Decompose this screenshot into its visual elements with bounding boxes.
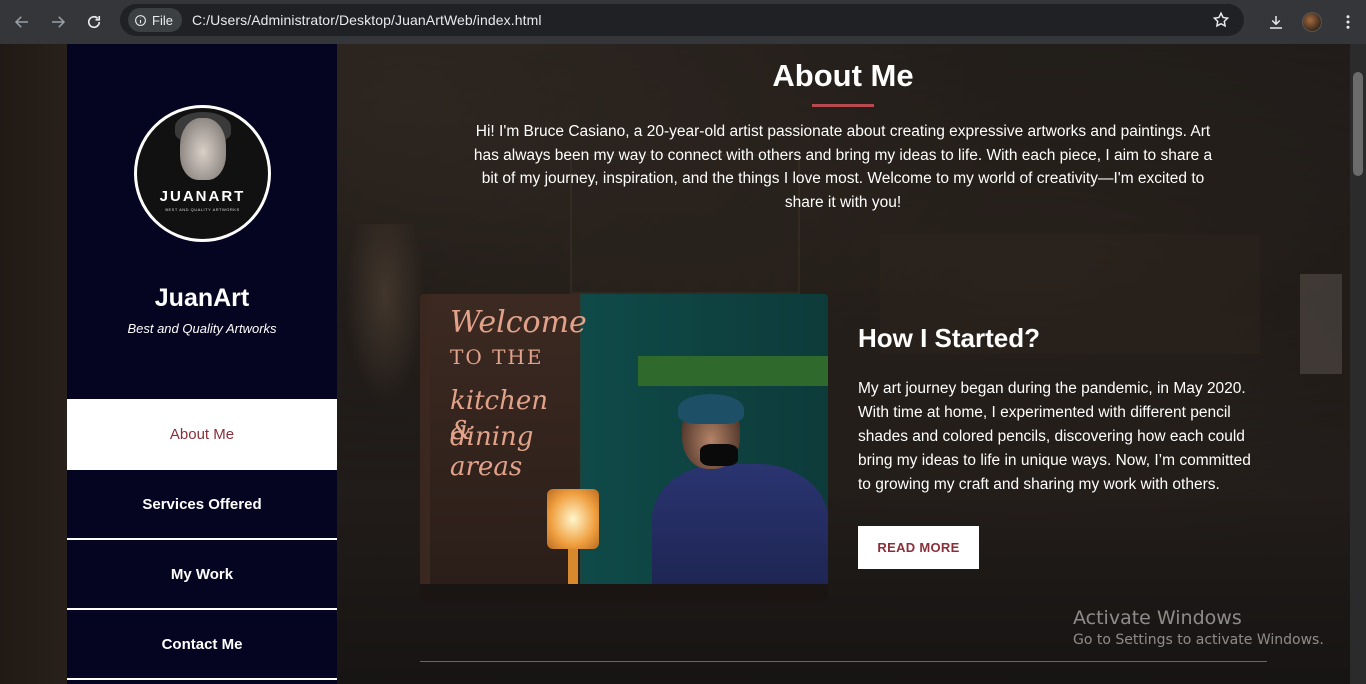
section-divider bbox=[420, 661, 1267, 662]
page-title: About Me bbox=[772, 58, 914, 93]
brand-tagline: Best and Quality Artworks bbox=[127, 321, 277, 336]
sidebar-item-services-offered[interactable]: Services Offered bbox=[67, 470, 337, 540]
arrow-left-icon bbox=[14, 16, 28, 28]
intro-paragraph: Hi! I'm Bruce Casiano, a 20-year-old art… bbox=[473, 123, 1213, 211]
section-title: How I Started? bbox=[858, 323, 1041, 353]
sidebar-item-about-me[interactable]: About Me bbox=[67, 399, 337, 470]
bookmark-star-icon[interactable] bbox=[1212, 11, 1230, 34]
scrollbar-thumb[interactable] bbox=[1353, 72, 1363, 176]
watermark-title: Activate Windows bbox=[1073, 607, 1242, 629]
logo-subtext: BEST AND QUALITY ARTWORKS bbox=[165, 207, 240, 212]
sidebar-menu: About Me Services Offered My Work Contac… bbox=[67, 399, 337, 680]
section-body: My art journey began during the pandemic… bbox=[858, 380, 1251, 493]
reload-icon bbox=[87, 15, 101, 29]
photo-hedge bbox=[638, 356, 828, 386]
chalk-text: TO THE bbox=[450, 345, 544, 369]
sidebar: JUANART BEST AND QUALITY ARTWORKS JuanAr… bbox=[67, 44, 337, 684]
logo-text: JUANART bbox=[159, 188, 246, 205]
forward-button[interactable] bbox=[40, 4, 76, 40]
back-button[interactable] bbox=[4, 4, 40, 40]
page-viewport: JUANART BEST AND QUALITY ARTWORKS JuanAr… bbox=[0, 44, 1366, 684]
profile-avatar[interactable] bbox=[1294, 4, 1330, 40]
address-bar[interactable]: File C:/Users/Administrator/Desktop/Juan… bbox=[120, 4, 1244, 36]
photo-person-body bbox=[652, 464, 828, 601]
photo-lamp bbox=[547, 489, 599, 549]
sidebar-item-my-work[interactable]: My Work bbox=[67, 540, 337, 610]
page-scrollbar[interactable] bbox=[1350, 44, 1366, 684]
arrow-right-icon bbox=[52, 16, 66, 28]
photo-person-hair bbox=[678, 394, 744, 424]
download-icon[interactable] bbox=[1258, 4, 1294, 40]
file-chip-label: File bbox=[152, 12, 173, 28]
chalk-text: Welcome bbox=[450, 305, 587, 340]
photo-table bbox=[420, 584, 828, 601]
title-underline bbox=[812, 104, 874, 107]
menu-dots-icon[interactable] bbox=[1330, 4, 1366, 40]
read-more-button[interactable]: READ MORE bbox=[858, 526, 979, 569]
watermark-subtitle: Go to Settings to activate Windows. bbox=[1073, 632, 1324, 648]
brand-name: JuanArt bbox=[154, 284, 250, 312]
logo-portrait bbox=[180, 118, 226, 180]
reload-button[interactable] bbox=[76, 4, 112, 40]
logo: JUANART BEST AND QUALITY ARTWORKS bbox=[134, 105, 271, 242]
photo-person-mask bbox=[700, 444, 738, 466]
artist-photo: Welcome TO THE kitchen & dining areas bbox=[420, 294, 828, 601]
windows-activation-watermark: Activate Windows Go to Settings to activ… bbox=[1073, 607, 1324, 648]
browser-toolbar: File C:/Users/Administrator/Desktop/Juan… bbox=[0, 0, 1366, 44]
info-icon bbox=[135, 14, 146, 26]
sidebar-item-contact-me[interactable]: Contact Me bbox=[67, 610, 337, 680]
site-info-chip[interactable]: File bbox=[128, 8, 182, 32]
url-text[interactable]: C:/Users/Administrator/Desktop/JuanArtWe… bbox=[192, 12, 542, 28]
photo-lamp-base bbox=[568, 549, 578, 589]
chalk-text: dining areas bbox=[450, 422, 534, 482]
